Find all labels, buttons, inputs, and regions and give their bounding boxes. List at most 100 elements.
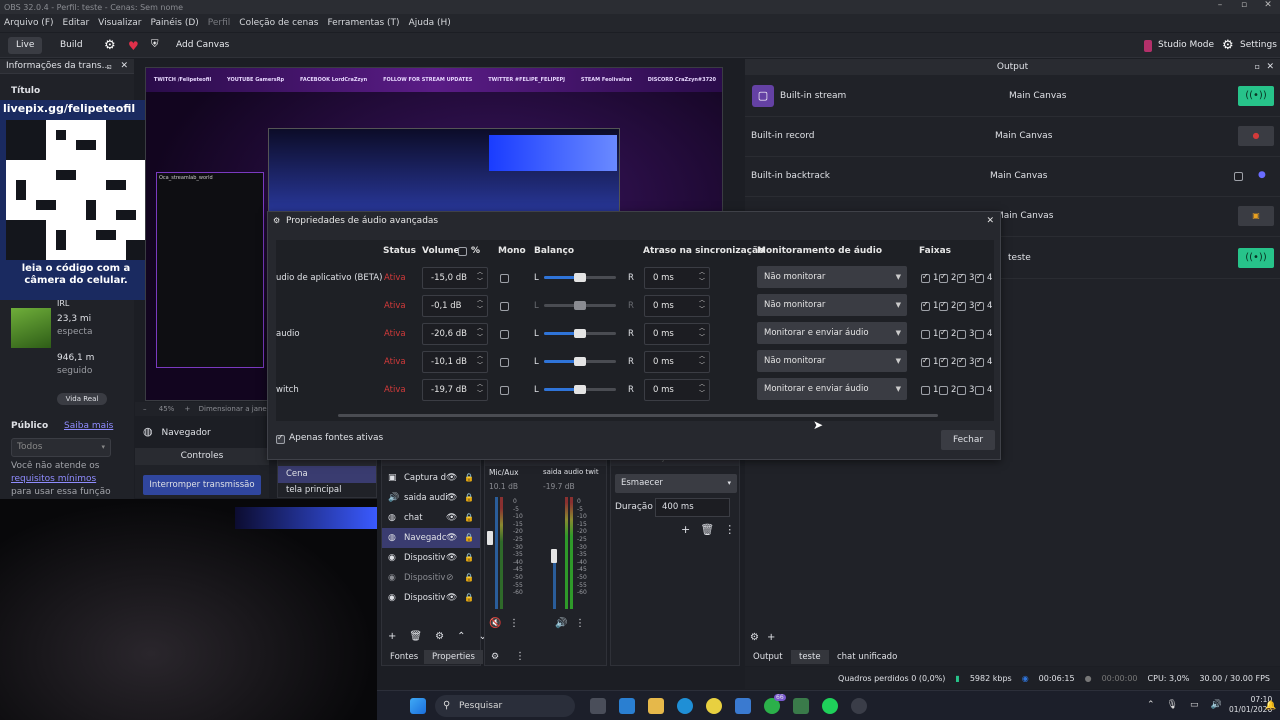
spin-arrows-icon[interactable]: ︿ ﹀ xyxy=(699,380,705,398)
source-item[interactable]: ▣ Captura d 👁 🔒 xyxy=(382,468,480,488)
widgets-icon[interactable] xyxy=(619,698,635,714)
spin-arrows-icon[interactable]: ︿ ﹀ xyxy=(477,268,483,286)
close-button[interactable]: Fechar xyxy=(941,430,995,450)
source-item[interactable]: ◉ Dispositiv 👁 🔒 xyxy=(382,588,480,608)
track-3-checkbox[interactable] xyxy=(957,330,966,339)
track-1-checkbox[interactable] xyxy=(921,330,930,339)
vida-real-tag[interactable]: Vida Real xyxy=(57,393,107,405)
chrome-icon[interactable] xyxy=(706,698,722,714)
add-output-icon[interactable]: + xyxy=(767,632,775,643)
eye-hidden-icon[interactable]: ⊘ xyxy=(446,568,454,588)
tab-teste[interactable]: teste xyxy=(791,650,829,664)
backtrack-icon[interactable]: ● xyxy=(1258,170,1266,180)
spin-arrows-icon[interactable]: ︿ ﹀ xyxy=(699,324,705,342)
mono-checkbox[interactable] xyxy=(500,386,509,395)
tab-properties[interactable]: Properties xyxy=(424,650,483,664)
virtualcam-button[interactable]: ▣ xyxy=(1238,206,1274,226)
track-1-checkbox[interactable] xyxy=(921,272,930,283)
monitoring-select[interactable]: Não monitorar ▼ xyxy=(757,294,907,316)
mono-checkbox[interactable] xyxy=(500,330,509,339)
obs-icon[interactable] xyxy=(851,698,867,714)
kebab-icon[interactable]: ⋮ xyxy=(515,651,525,662)
edge-icon[interactable] xyxy=(677,698,693,714)
volume-input[interactable]: -19,7 dB ︿ ﹀ xyxy=(422,379,488,401)
mono-checkbox[interactable] xyxy=(500,274,509,283)
backtrack-checkbox[interactable] xyxy=(1234,172,1243,181)
sync-offset-input[interactable]: 0 ms ︿ ﹀ xyxy=(644,379,710,401)
studio-mode-button[interactable]: Studio Mode xyxy=(1150,37,1222,54)
source-item[interactable]: ◍ Navegadc 👁 🔒 xyxy=(382,528,480,548)
spin-arrows-icon[interactable]: ︿ ﹀ xyxy=(477,352,483,370)
zoom-plus-icon[interactable]: + xyxy=(185,405,191,413)
saiba-mais-link[interactable]: Saiba mais xyxy=(64,421,113,431)
file-explorer-icon[interactable] xyxy=(648,698,664,714)
kebab-icon[interactable]: ⋮ xyxy=(724,523,735,536)
menu-paineis[interactable]: Painéis (D) xyxy=(150,18,198,28)
gear-icon[interactable]: ⚙ xyxy=(104,38,116,53)
float-icon[interactable]: ▫ xyxy=(1255,59,1260,75)
chevron-up-icon[interactable]: ⌃ xyxy=(1147,700,1155,710)
close-icon[interactable]: ✕ xyxy=(986,212,994,230)
chevron-up-icon[interactable]: ⌃ xyxy=(457,631,465,642)
tab-output[interactable]: Output xyxy=(745,650,791,664)
track-4-checkbox[interactable] xyxy=(975,356,984,367)
spin-arrows-icon[interactable]: ︿ ﹀ xyxy=(477,296,483,314)
balance-handle[interactable] xyxy=(574,273,586,282)
menu-arquivo[interactable]: Arquivo (F) xyxy=(4,18,54,28)
build-tab[interactable]: Build xyxy=(52,37,91,54)
sync-offset-input[interactable]: 0 ms ︿ ﹀ xyxy=(644,295,710,317)
duration-input[interactable]: 400 ms xyxy=(655,498,730,517)
balance-handle[interactable] xyxy=(574,301,586,310)
maximize-icon[interactable]: ▫ xyxy=(1232,0,1256,10)
volume-icon[interactable]: 🔊 xyxy=(1211,700,1222,710)
add-canvas-button[interactable]: Add Canvas xyxy=(168,37,237,54)
monitoring-select[interactable]: Monitorar e enviar áudio ▼ xyxy=(757,378,907,400)
balance-slider[interactable] xyxy=(544,273,616,282)
balance-slider[interactable] xyxy=(544,329,616,338)
balance-slider[interactable] xyxy=(544,357,616,366)
microphone-icon[interactable]: 🎙 xyxy=(1167,700,1178,710)
stop-stream-button[interactable]: Interromper transmissão xyxy=(143,475,261,495)
scene-item-cena[interactable]: Cena xyxy=(278,466,376,483)
balance-slider[interactable] xyxy=(544,385,616,394)
mono-checkbox[interactable] xyxy=(500,302,509,311)
kebab-icon[interactable]: ⋮ xyxy=(575,618,585,629)
mixer-settings-icon[interactable]: ⚙ xyxy=(491,652,499,662)
track-3-checkbox[interactable] xyxy=(957,272,966,283)
shield-icon[interactable]: ⛨ xyxy=(151,39,159,50)
windows-start-icon[interactable] xyxy=(410,698,426,714)
add-source-icon[interactable]: + xyxy=(388,631,396,642)
menu-ferramentas[interactable]: Ferramentas (T) xyxy=(327,18,399,28)
eye-icon[interactable]: 👁 xyxy=(446,488,457,508)
track-3-checkbox[interactable] xyxy=(957,386,966,395)
spotify-icon[interactable] xyxy=(822,698,838,714)
stream-toggle-button[interactable]: ((•)) xyxy=(1238,86,1274,106)
gear-icon[interactable]: ⚙ xyxy=(750,632,759,643)
menu-perfil[interactable]: Perfil xyxy=(208,18,231,28)
source-item[interactable]: 🔊 saida audi 👁 🔒 xyxy=(382,488,480,508)
notification-icon[interactable]: 🔔 xyxy=(1265,701,1276,711)
track-1-checkbox[interactable] xyxy=(921,300,930,311)
active-only-checkbox[interactable] xyxy=(276,433,285,444)
volume-input[interactable]: -20,6 dB ︿ ﹀ xyxy=(422,323,488,345)
balance-handle[interactable] xyxy=(574,357,586,366)
float-icon[interactable]: ▫ xyxy=(107,59,112,74)
monitoring-select[interactable]: Não monitorar ▼ xyxy=(757,350,907,372)
mixer-ch1-fader[interactable] xyxy=(487,531,493,545)
horizontal-scrollbar[interactable] xyxy=(338,414,938,417)
track-2-checkbox[interactable] xyxy=(939,328,948,339)
track-2-checkbox[interactable] xyxy=(939,300,948,311)
network-icon[interactable]: ▭ xyxy=(1190,700,1199,710)
taskbar-search[interactable]: ⚲ Pesquisar xyxy=(435,695,575,717)
spin-arrows-icon[interactable]: ︿ ﹀ xyxy=(699,296,705,314)
speaker-icon[interactable]: 🔊 xyxy=(555,618,567,629)
scene-item-tela-principal[interactable]: tela principal xyxy=(278,483,376,497)
track-3-checkbox[interactable] xyxy=(957,356,966,367)
close-icon[interactable]: ✕ xyxy=(1256,0,1280,10)
spin-arrows-icon[interactable]: ︿ ﹀ xyxy=(477,380,483,398)
trash-icon[interactable]: 🗑 xyxy=(700,523,714,536)
track-1-checkbox[interactable] xyxy=(921,386,930,395)
track-2-checkbox[interactable] xyxy=(939,272,948,283)
eye-icon[interactable]: 👁 xyxy=(446,548,457,568)
gear-icon[interactable]: ⚙ xyxy=(435,631,444,642)
